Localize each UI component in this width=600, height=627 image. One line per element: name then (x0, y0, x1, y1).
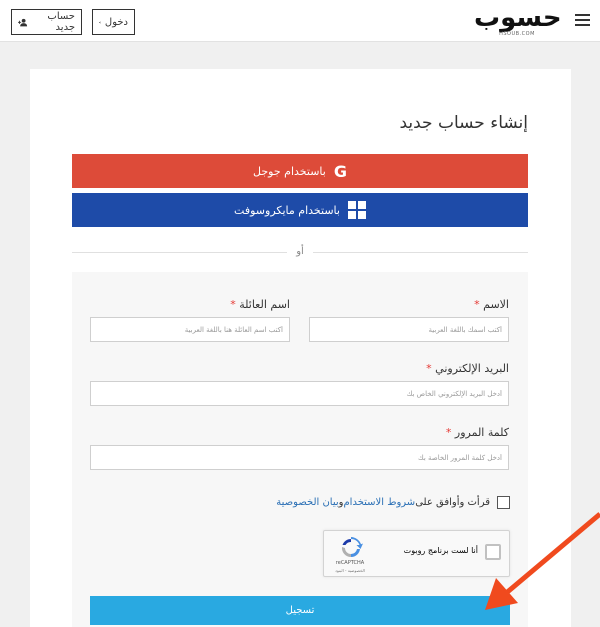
microsoft-button-label: باستخدام مايكروسوفت (234, 203, 340, 217)
terms-row: قرأت وأوافق على شروط الاستخدام و بيان ال… (276, 494, 510, 510)
sign-in-icon (99, 21, 101, 23)
or-divider: أو (72, 246, 528, 258)
first-name-label: الاسم * (474, 298, 509, 311)
or-label: أو (296, 246, 304, 257)
register-submit-button[interactable]: تسجيل (90, 596, 510, 625)
terms-prefix: قرأت وأوافق على (415, 496, 490, 508)
privacy-policy-link[interactable]: بيان الخصوصية (276, 497, 338, 508)
recaptcha-terms-link[interactable]: الخصوصية - البنود (328, 568, 372, 573)
terms-of-use-link[interactable]: شروط الاستخدام (343, 497, 415, 508)
password-input[interactable] (90, 445, 509, 470)
recaptcha-logo-icon (341, 537, 363, 558)
logo-text: حسوب (474, 3, 562, 33)
site-logo[interactable]: حسوب HSOUB.COM (474, 3, 562, 38)
add-user-icon (18, 18, 28, 26)
required-marker: * (474, 298, 480, 311)
last-name-label: اسم العائلة * (230, 298, 290, 311)
login-label: دخول (104, 16, 128, 28)
microsoft-signup-button[interactable]: باستخدام مايكروسوفت (72, 193, 528, 227)
recaptcha-label: أنا لست برنامج روبوت (403, 546, 478, 555)
required-marker: * (426, 362, 432, 375)
page-title: إنشاء حساب جديد (399, 113, 528, 133)
recaptcha-checkbox[interactable] (485, 544, 501, 560)
logo-subtext: HSOUB.COM (499, 31, 535, 37)
register-label: حساب جديد (47, 11, 75, 33)
hamburger-icon[interactable] (575, 14, 590, 27)
required-marker: * (445, 426, 452, 439)
terms-checkbox[interactable] (497, 495, 510, 509)
google-icon: G (333, 161, 347, 181)
required-marker: * (230, 298, 236, 311)
first-name-input[interactable] (309, 317, 509, 342)
email-label: البريد الإلكتروني * (426, 362, 509, 375)
last-name-input[interactable] (90, 317, 290, 342)
register-button[interactable]: حساب جديد (11, 9, 82, 35)
google-button-label: باستخدام جوجل (253, 164, 326, 178)
terms-connector: و (338, 496, 344, 508)
password-label: كلمة المرور * (445, 426, 509, 439)
google-signup-button[interactable]: G باستخدام جوجل (72, 154, 528, 188)
top-navbar: حساب جديد دخول حسوب HSOUB.COM (0, 0, 600, 42)
recaptcha-widget: أنا لست برنامج روبوت reCAPTCHA الخصوصية … (323, 530, 510, 577)
email-input[interactable] (90, 381, 509, 406)
recaptcha-brand: reCAPTCHA (335, 560, 365, 566)
submit-label: تسجيل (285, 605, 315, 616)
windows-icon (347, 201, 366, 219)
login-button[interactable]: دخول (92, 9, 135, 35)
